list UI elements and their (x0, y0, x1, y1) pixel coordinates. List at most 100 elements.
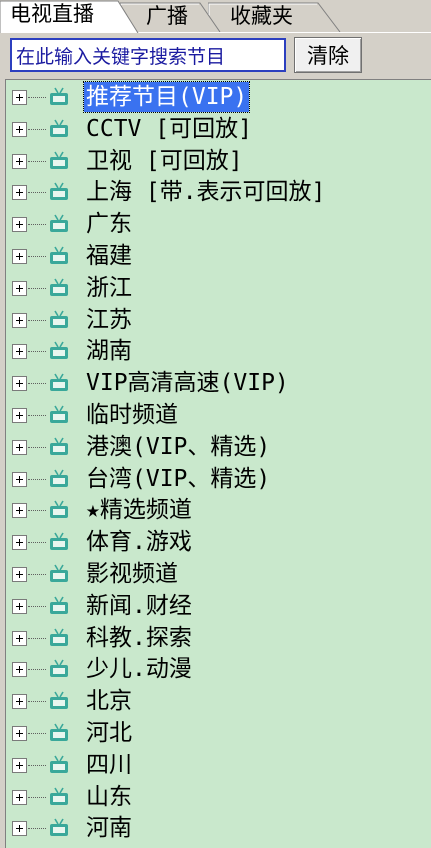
tree-item-label: 广东 (86, 211, 132, 238)
expand-plus-icon[interactable] (12, 535, 27, 551)
tv-icon (50, 469, 68, 487)
tv-icon (50, 437, 68, 455)
tree-connector (28, 542, 46, 544)
expand-plus-icon[interactable] (12, 567, 27, 582)
tree-item-label: 上海 [带.表示可回放] (86, 179, 326, 206)
expand-plus-icon[interactable] (12, 121, 27, 137)
tree-item[interactable]: ★精选频道 (6, 494, 431, 526)
tree-connector (28, 383, 46, 385)
expand-plus-icon[interactable] (12, 471, 27, 487)
tree-item[interactable]: 新闻.财经 (6, 590, 431, 622)
tree-item[interactable]: 浙江 (6, 272, 431, 304)
tree-connector (28, 256, 46, 257)
tree-item-label: 推荐节目(VIP) (82, 81, 251, 113)
tree-connector (28, 192, 46, 194)
tree-connector (28, 224, 46, 226)
tree-item[interactable]: 推荐节目(VIP) (6, 81, 431, 113)
tree-item[interactable]: 四川 (6, 749, 431, 781)
tree-connector (28, 97, 46, 98)
tree-item[interactable]: 临时频道 (6, 399, 431, 431)
expand-plus-icon[interactable] (12, 312, 27, 328)
expand-plus-icon[interactable] (12, 598, 27, 614)
tv-icon (50, 214, 68, 233)
tv-icon (50, 373, 68, 392)
tree-item[interactable]: 台湾(VIP、精选) (6, 463, 431, 495)
tree-item[interactable]: 港澳(VIP、精选) (6, 431, 431, 463)
expand-plus-icon[interactable] (12, 789, 27, 805)
tv-icon (50, 278, 68, 296)
tree-item-label: CCTV [可回放] (86, 115, 252, 142)
expand-plus-icon[interactable] (12, 217, 27, 233)
tree-connector (28, 351, 46, 353)
tree-connector (28, 478, 46, 480)
tree-item[interactable]: 山东 (6, 781, 431, 813)
expand-plus-icon[interactable] (12, 249, 27, 264)
tree-item[interactable]: 河北 (6, 717, 431, 749)
expand-plus-icon[interactable] (12, 376, 27, 392)
tree-connector (28, 319, 46, 321)
search-input[interactable] (10, 38, 286, 72)
tree-item-label: 科教.探索 (86, 624, 192, 651)
expand-plus-icon[interactable] (12, 630, 27, 646)
expand-plus-icon[interactable] (12, 821, 27, 837)
tree-connector (28, 415, 46, 416)
expand-plus-icon[interactable] (12, 280, 27, 296)
tree-item[interactable]: 体育.游戏 (6, 526, 431, 558)
tree-item[interactable]: 广东 (6, 208, 431, 240)
tree-item[interactable]: VIP高清高速(VIP) (6, 367, 431, 399)
expand-plus-icon[interactable] (12, 757, 27, 773)
expand-plus-icon[interactable] (12, 503, 27, 519)
tree-item[interactable]: 卫视 [可回放] (6, 145, 431, 177)
channel-panel: 清除 推荐节目(VIP)CCTV [可回放] 卫视 [可回放] 上海 [带.表示可回… (0, 32, 431, 848)
tree-item[interactable]: 河南 (6, 812, 431, 844)
tree-item-label: 卫视 [可回放] (86, 147, 243, 174)
tab-tv-live[interactable]: 电视直播 (0, 0, 140, 33)
tree-item-label: 北京 (86, 688, 132, 715)
expand-plus-icon[interactable] (12, 408, 27, 423)
expand-plus-icon[interactable] (12, 90, 27, 105)
tree-connector (28, 287, 46, 289)
tv-icon (50, 405, 68, 423)
tree-item[interactable]: 福建 (6, 240, 431, 272)
tree-item-label: 港澳(VIP、精选) (86, 433, 271, 460)
tree-item[interactable]: 江苏 (6, 304, 431, 336)
tree-connector (28, 605, 46, 607)
tv-icon (50, 119, 68, 137)
tree-connector (28, 733, 46, 734)
expand-plus-icon[interactable] (12, 439, 27, 455)
tree-item[interactable]: 科教.探索 (6, 622, 431, 654)
tree-connector (28, 446, 46, 448)
tab-favorites-label: 收藏夹 (230, 4, 293, 28)
tv-icon (50, 659, 68, 678)
expand-plus-icon[interactable] (12, 153, 27, 169)
tv-icon (50, 787, 68, 805)
expand-plus-icon[interactable] (12, 694, 27, 710)
tree-item[interactable]: CCTV [可回放] (6, 113, 431, 145)
tree-item[interactable]: 北京 (6, 685, 431, 717)
tree-item-label: 新闻.财经 (86, 592, 192, 619)
tv-icon (50, 310, 68, 328)
tree-connector (28, 574, 46, 575)
tv-icon (50, 182, 68, 201)
clear-button[interactable]: 清除 (294, 37, 362, 73)
tree-item-label: 体育.游戏 (86, 529, 192, 556)
expand-plus-icon[interactable] (12, 185, 27, 201)
tab-radio-label: 广播 (146, 4, 188, 28)
tree-item[interactable]: 上海 [带.表示可回放] (6, 176, 431, 208)
tree-item[interactable]: 少儿.动漫 (6, 653, 431, 685)
tree-item-label: 河南 (86, 815, 132, 842)
tv-icon (50, 628, 68, 646)
tab-strip: 收藏夹 广播 电视直播 (0, 0, 431, 33)
tree-connector (28, 796, 46, 798)
tree-item[interactable]: 影视频道 (6, 558, 431, 590)
tree-item-label: 河北 (86, 720, 132, 746)
tv-icon (50, 151, 68, 169)
tree-connector (28, 510, 46, 512)
tree-item[interactable]: 湖南 (6, 335, 431, 367)
expand-plus-icon[interactable] (12, 726, 27, 741)
tv-icon (50, 596, 68, 614)
tree-connector (28, 160, 46, 162)
channel-tree[interactable]: 推荐节目(VIP) CCTV [可回放] 卫视 [可回放] 上海 [带.表示可回放] 广… (5, 79, 431, 848)
expand-plus-icon[interactable] (12, 662, 27, 678)
expand-plus-icon[interactable] (12, 344, 27, 360)
